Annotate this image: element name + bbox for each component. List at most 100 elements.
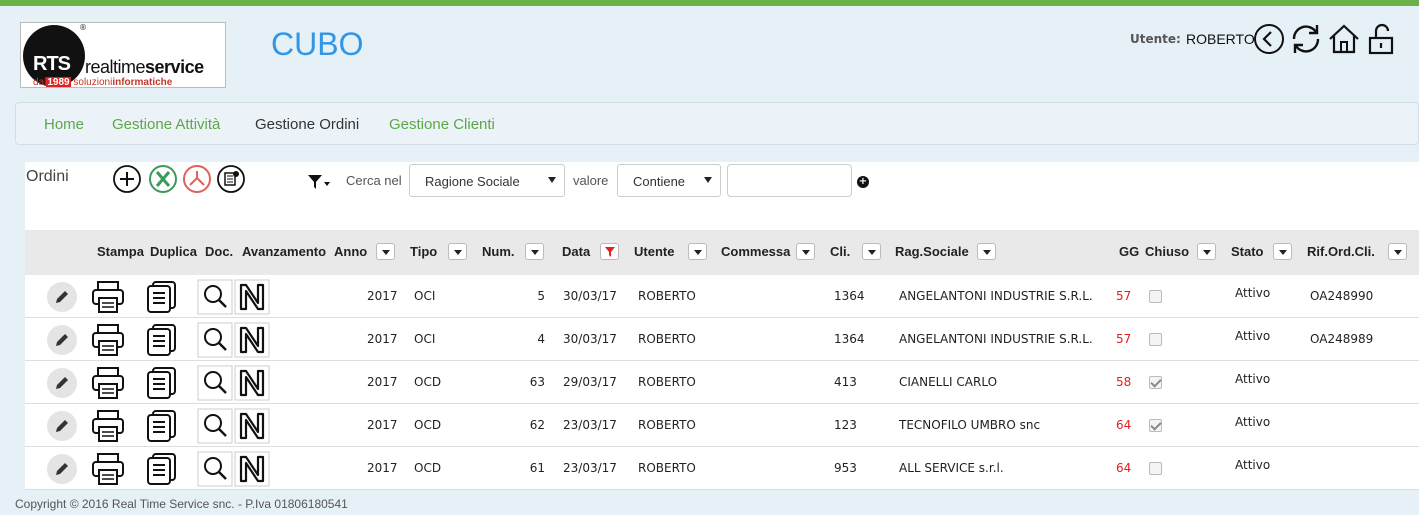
logo-brand: realtimeservice — [85, 57, 204, 77]
duplicate-icon[interactable] — [143, 322, 179, 358]
duplicate-icon[interactable] — [143, 279, 179, 315]
unlock-icon[interactable] — [1365, 22, 1399, 56]
cell-stato: Attivo — [1235, 286, 1271, 300]
duplicate-icon[interactable] — [143, 451, 179, 487]
user-label: Utente: — [1130, 32, 1181, 46]
edit-icon[interactable] — [47, 282, 77, 312]
closed-checkbox[interactable] — [1149, 333, 1162, 346]
cell-gg: 57 — [1116, 332, 1132, 346]
col-data: Data — [562, 244, 591, 259]
pdf-icon[interactable] — [182, 164, 212, 194]
col-avanzamento: Avanzamento — [242, 244, 327, 259]
anno-filter-dropdown[interactable] — [376, 243, 395, 260]
duplicate-icon[interactable] — [143, 365, 179, 401]
cell-anno: 2017 — [367, 332, 398, 346]
document-search-icon[interactable] — [197, 322, 233, 358]
closed-checkbox[interactable] — [1149, 419, 1162, 432]
progress-icon[interactable] — [234, 365, 270, 401]
print-icon[interactable] — [90, 279, 126, 315]
closed-checkbox[interactable] — [1149, 462, 1162, 475]
logo-tagline: dal1989 soluzioniinformatiche — [33, 77, 173, 88]
print-icon[interactable] — [90, 408, 126, 444]
nav-gestione-attivita[interactable]: Gestione Attività — [112, 116, 220, 133]
print-icon[interactable] — [90, 365, 126, 401]
cell-stato: Attivo — [1235, 372, 1271, 386]
col-gg: GG — [1119, 244, 1140, 259]
print-icon[interactable] — [90, 322, 126, 358]
cell-stato: Attivo — [1235, 415, 1271, 429]
col-doc: Doc. — [205, 244, 234, 259]
table-row[interactable]: 2017 OCD 61 23/03/17 ROBERTO 953 ALL SERVICE s… — [25, 447, 1419, 490]
cell-data: 23/03/17 — [563, 418, 617, 432]
settings-icon[interactable] — [216, 164, 246, 194]
nav-gestione-ordini[interactable]: Gestione Ordini — [255, 116, 359, 133]
rif-filter-dropdown[interactable] — [1388, 243, 1407, 260]
add-icon[interactable] — [112, 164, 142, 194]
table-row[interactable]: 2017 OCI 4 30/03/17 ROBERTO 1364 ANGELANTONI I… — [25, 318, 1419, 361]
cell-rag-sociale: ALL SERVICE s.r.l. — [899, 461, 1004, 475]
cell-tipo: OCI — [414, 332, 436, 346]
edit-icon[interactable] — [47, 411, 77, 441]
print-icon[interactable] — [90, 451, 126, 487]
nav-home[interactable]: Home — [44, 116, 84, 133]
cell-utente: ROBERTO — [638, 461, 696, 475]
utente-filter-dropdown[interactable] — [688, 243, 707, 260]
table-row[interactable]: 2017 OCD 62 23/03/17 ROBERTO 123 TECNOFILO UMB… — [25, 404, 1419, 447]
document-search-icon[interactable] — [197, 408, 233, 444]
cell-tipo: OCD — [414, 461, 442, 475]
cell-num: 62 — [529, 418, 545, 432]
add-filter-icon[interactable]: + — [857, 176, 869, 188]
nav-gestione-clienti[interactable]: Gestione Clienti — [389, 116, 495, 133]
edit-icon[interactable] — [47, 454, 77, 484]
table-row[interactable]: 2017 OCI 5 30/03/17 ROBERTO 1364 ANGELANTONI I… — [25, 275, 1419, 318]
home-icon[interactable] — [1327, 22, 1361, 56]
excel-icon[interactable] — [148, 164, 178, 194]
cell-num: 4 — [537, 332, 545, 346]
cell-cli: 1364 — [834, 289, 865, 303]
cell-gg: 57 — [1116, 289, 1132, 303]
progress-icon[interactable] — [234, 451, 270, 487]
cell-rag-sociale: TECNOFILO UMBRO snc — [899, 418, 1041, 432]
progress-icon[interactable] — [234, 408, 270, 444]
cell-rag-sociale: ANGELANTONI INDUSTRIE S.R.L. — [899, 332, 1093, 346]
data-filter-active[interactable] — [600, 243, 619, 260]
cell-rag-sociale: ANGELANTONI INDUSTRIE S.R.L. — [899, 289, 1093, 303]
search-value-input[interactable] — [727, 164, 852, 197]
company-logo: RTS realtimeservice ® dal1989 soluzionii… — [20, 22, 226, 88]
cell-utente: ROBERTO — [638, 375, 696, 389]
cell-utente: ROBERTO — [638, 289, 696, 303]
cli-filter-dropdown[interactable] — [862, 243, 881, 260]
search-field-select[interactable]: Ragione Sociale — [409, 164, 565, 197]
refresh-icon[interactable] — [1289, 22, 1323, 56]
rag-sociale-filter-dropdown[interactable] — [977, 243, 996, 260]
document-search-icon[interactable] — [197, 279, 233, 315]
duplicate-icon[interactable] — [143, 408, 179, 444]
cell-cli: 953 — [834, 461, 857, 475]
filter-icon[interactable] — [306, 172, 330, 192]
progress-icon[interactable] — [234, 279, 270, 315]
chiuso-filter-dropdown[interactable] — [1197, 243, 1216, 260]
search-operator-select[interactable]: Contiene — [617, 164, 721, 197]
cell-data: 29/03/17 — [563, 375, 617, 389]
closed-checkbox[interactable] — [1149, 290, 1162, 303]
progress-icon[interactable] — [234, 322, 270, 358]
edit-icon[interactable] — [47, 368, 77, 398]
commessa-filter-dropdown[interactable] — [796, 243, 815, 260]
cell-rif-ord-cli: OA248989 — [1310, 332, 1374, 346]
cell-stato: Attivo — [1235, 329, 1271, 343]
col-stampa: Stampa — [97, 244, 144, 259]
document-search-icon[interactable] — [197, 365, 233, 401]
edit-icon[interactable] — [47, 325, 77, 355]
table-row[interactable]: 2017 OCD 63 29/03/17 ROBERTO 413 CIANELLI CARL… — [25, 361, 1419, 404]
cell-data: 23/03/17 — [563, 461, 617, 475]
user-name: ROBERTO — [1186, 31, 1255, 47]
stato-filter-dropdown[interactable] — [1273, 243, 1292, 260]
document-search-icon[interactable] — [197, 451, 233, 487]
num-filter-dropdown[interactable] — [525, 243, 544, 260]
closed-checkbox[interactable] — [1149, 376, 1162, 389]
cell-rag-sociale: CIANELLI CARLO — [899, 375, 998, 389]
col-rif-ord-cli: Rif.Ord.Cli. — [1307, 244, 1375, 259]
col-chiuso: Chiuso — [1145, 244, 1190, 259]
back-icon[interactable] — [1252, 22, 1286, 56]
tipo-filter-dropdown[interactable] — [448, 243, 467, 260]
